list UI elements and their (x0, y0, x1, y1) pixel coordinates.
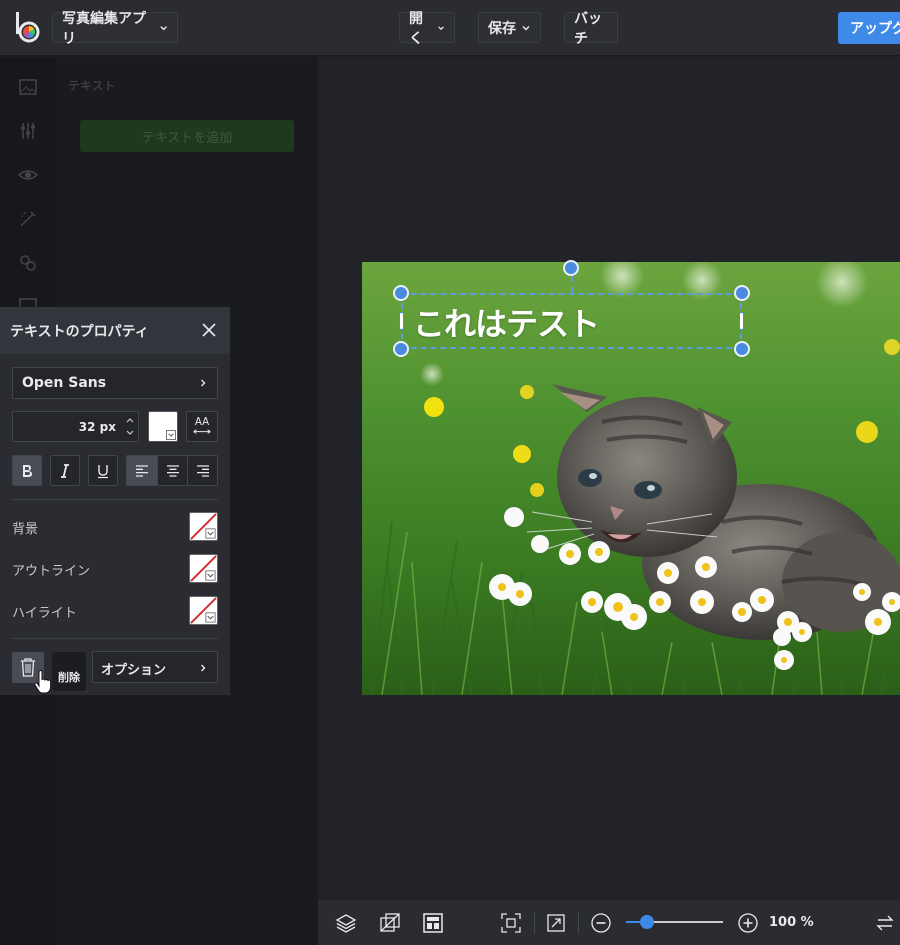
stepper-icon[interactable] (124, 414, 136, 439)
batch-label: バッチ (574, 10, 602, 47)
separator (578, 912, 579, 934)
bold-icon (23, 464, 32, 477)
chevron-right-icon (201, 664, 206, 672)
letter-spacing-icon: AA (193, 416, 211, 434)
resize-handle-top-right[interactable] (734, 285, 750, 301)
chevron-right-icon (201, 379, 206, 387)
options-button[interactable]: オプション (92, 651, 218, 683)
app-switcher-button[interactable]: 写真編集アプリ (52, 11, 178, 47)
layers-icon[interactable] (335, 912, 357, 934)
resize-handle-right[interactable] (739, 312, 744, 330)
text-panel-title: テキスト (68, 79, 116, 93)
highlight-label: ハイライト (12, 606, 77, 621)
chevron-down-icon (522, 25, 530, 31)
underline-button[interactable] (88, 455, 118, 486)
no-color-icon (190, 555, 217, 582)
add-text-button[interactable]: テキストを追加 (80, 120, 294, 152)
effects-icon[interactable] (18, 253, 38, 273)
zoom-out-icon[interactable] (590, 912, 612, 934)
canvas-text-layer[interactable]: これはテスト (413, 299, 600, 345)
save-menu-button[interactable]: 保存 (478, 12, 541, 43)
options-label: オプション (101, 663, 167, 678)
top-bar: 写真編集アプリ 開く 保存 バッチ アップグレード (0, 0, 900, 56)
text-properties-panel: テキストのプロパティ Open Sans 32 px AA 背景 アウトライン … (0, 307, 230, 695)
highlight-color-swatch[interactable] (189, 596, 218, 625)
add-text-label: テキストを追加 (141, 130, 233, 146)
app-logo-icon[interactable] (14, 10, 42, 44)
italic-icon (61, 463, 69, 478)
align-center-button[interactable] (157, 455, 188, 486)
underline-icon (98, 464, 108, 478)
rotate-connector (571, 276, 573, 293)
batch-button[interactable]: バッチ (564, 11, 618, 47)
no-color-icon (190, 597, 217, 624)
delete-tooltip-label: 削除 (58, 670, 80, 684)
divider (12, 499, 218, 500)
separator (534, 912, 535, 934)
font-family-select[interactable]: Open Sans (12, 367, 218, 399)
chevron-down-icon (160, 25, 167, 30)
font-size-input[interactable]: 32 px (12, 411, 139, 442)
swap-icon[interactable] (874, 912, 896, 934)
eye-icon[interactable] (18, 165, 38, 185)
font-size-value: 32 px (78, 420, 116, 434)
panel-header: テキストのプロパティ (0, 307, 230, 354)
zoom-in-icon[interactable] (737, 912, 759, 934)
chevron-down-icon (438, 25, 444, 30)
align-left-icon (136, 464, 148, 477)
upgrade-label: アップグレード (850, 21, 900, 37)
align-left-button[interactable] (126, 455, 158, 486)
outline-label: アウトライン (12, 564, 91, 579)
resize-handle-left[interactable] (399, 312, 404, 330)
background-color-swatch[interactable] (189, 512, 218, 541)
resize-handle-bottom-right[interactable] (734, 341, 750, 357)
save-label: 保存 (488, 20, 516, 37)
panel-title: テキストのプロパティ (10, 324, 149, 340)
adjust-icon[interactable] (18, 121, 38, 141)
bold-button[interactable] (12, 455, 42, 486)
compare-icon[interactable] (379, 912, 401, 934)
magic-wand-icon[interactable] (18, 209, 38, 229)
open-menu-button[interactable]: 開く (399, 11, 455, 47)
font-family-value: Open Sans (22, 375, 107, 391)
text-case-button[interactable]: AA (186, 411, 218, 442)
rotate-handle[interactable] (563, 260, 579, 276)
background-label: 背景 (12, 522, 39, 537)
text-color-swatch[interactable] (148, 411, 178, 442)
outline-color-swatch[interactable] (189, 554, 218, 583)
image-icon[interactable] (18, 77, 38, 97)
zoom-level: 100 % (769, 915, 814, 930)
app-name-label: 写真編集アプリ (62, 10, 146, 47)
upgrade-button[interactable]: アップグレード (838, 12, 900, 44)
actual-size-icon[interactable] (545, 912, 567, 934)
hand-pointer-icon (34, 670, 52, 694)
resize-handle-top-left[interactable] (393, 285, 409, 301)
close-icon[interactable] (202, 323, 216, 337)
open-label: 開く (409, 10, 423, 47)
align-right-button[interactable] (187, 455, 218, 486)
resize-handle-bottom-left[interactable] (393, 341, 409, 357)
dropdown-icon (166, 430, 176, 440)
italic-button[interactable] (50, 455, 80, 486)
divider (12, 638, 218, 639)
layout-icon[interactable] (422, 912, 444, 934)
case-icon-label: AA (195, 416, 209, 428)
fit-screen-icon[interactable] (500, 912, 522, 934)
align-right-icon (196, 464, 209, 477)
delete-tooltip: 削除 (52, 652, 86, 691)
align-center-icon (166, 464, 179, 477)
no-color-icon (190, 513, 217, 540)
